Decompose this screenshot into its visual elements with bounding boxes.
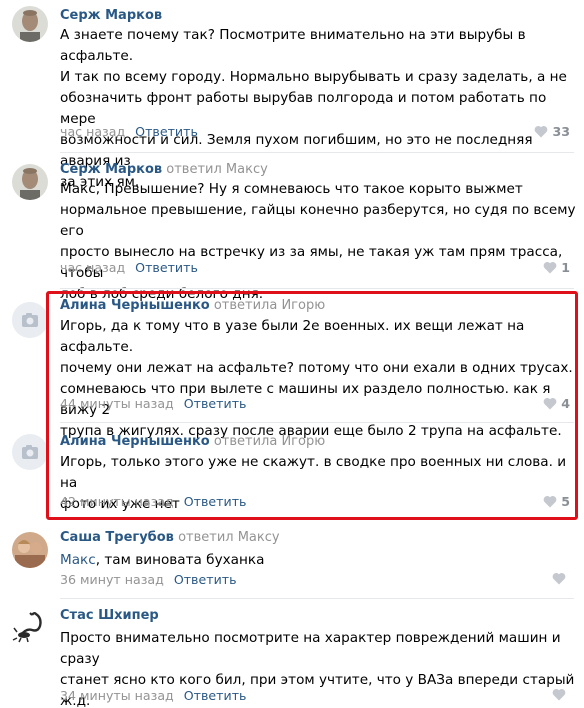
divider <box>60 152 574 153</box>
like-button[interactable]: 1 <box>543 260 570 275</box>
highlight-frame <box>46 291 578 520</box>
avatar[interactable] <box>12 608 48 644</box>
comment-text: Макс, Превышение? Ну я сомневаюсь что та… <box>60 181 576 302</box>
heart-icon <box>543 262 557 274</box>
avatar[interactable] <box>12 434 48 470</box>
like-count: 1 <box>561 260 570 275</box>
reply-button[interactable]: Ответить <box>184 688 247 703</box>
couple-photo-icon <box>12 532 48 568</box>
like-button[interactable] <box>552 572 570 585</box>
divider <box>60 288 574 289</box>
like-button[interactable] <box>552 688 570 701</box>
avatar[interactable] <box>12 6 48 42</box>
author-name[interactable]: Саша Трегубов <box>60 530 174 545</box>
comment-header: Серж Марков ответил Максу <box>60 162 268 177</box>
avatar[interactable] <box>12 164 48 200</box>
timestamp[interactable]: 34 минуты назад <box>60 688 174 703</box>
comment-meta: 34 минуты назад Ответить <box>60 688 246 703</box>
author-name[interactable]: Серж Марков <box>60 8 162 23</box>
avatar[interactable] <box>12 302 48 338</box>
man-photo-icon <box>12 6 48 42</box>
comment-text-body: , там виновата буханка <box>95 552 265 568</box>
reply-to-label[interactable]: ответил Максу <box>166 162 268 177</box>
comment-meta: час назад Ответить <box>60 124 198 139</box>
comment-meta: час назад Ответить <box>60 260 198 275</box>
heart-icon <box>535 126 548 138</box>
divider <box>60 598 574 599</box>
heart-icon <box>552 689 566 701</box>
mention-link[interactable]: Макс <box>60 552 96 568</box>
comment-header: Стас Шхипер <box>60 608 159 623</box>
man-photo-icon <box>12 164 48 200</box>
like-button[interactable]: 33 <box>534 124 570 139</box>
author-name[interactable]: Стас Шхипер <box>60 608 159 623</box>
like-count: 33 <box>552 124 570 139</box>
timestamp[interactable]: 36 минут назад <box>60 572 164 587</box>
reply-button[interactable]: Ответить <box>174 572 237 587</box>
timestamp[interactable]: час назад <box>60 124 125 139</box>
comment-meta: 36 минут назад Ответить <box>60 572 237 587</box>
author-name[interactable]: Серж Марков <box>60 162 162 177</box>
comment-header: Саша Трегубов ответил Максу <box>60 530 280 545</box>
reply-button[interactable]: Ответить <box>135 124 198 139</box>
scorpion-icon <box>12 608 48 644</box>
reply-to-label[interactable]: ответил Максу <box>178 530 280 545</box>
avatar[interactable] <box>12 532 48 568</box>
reply-button[interactable]: Ответить <box>135 260 198 275</box>
camera-icon <box>12 434 48 470</box>
camera-icon <box>12 302 48 338</box>
heart-icon <box>552 573 566 585</box>
timestamp[interactable]: час назад <box>60 260 125 275</box>
comment-header: Серж Марков <box>60 8 162 23</box>
comment-text: Макс, там виновата буханка <box>60 550 576 571</box>
